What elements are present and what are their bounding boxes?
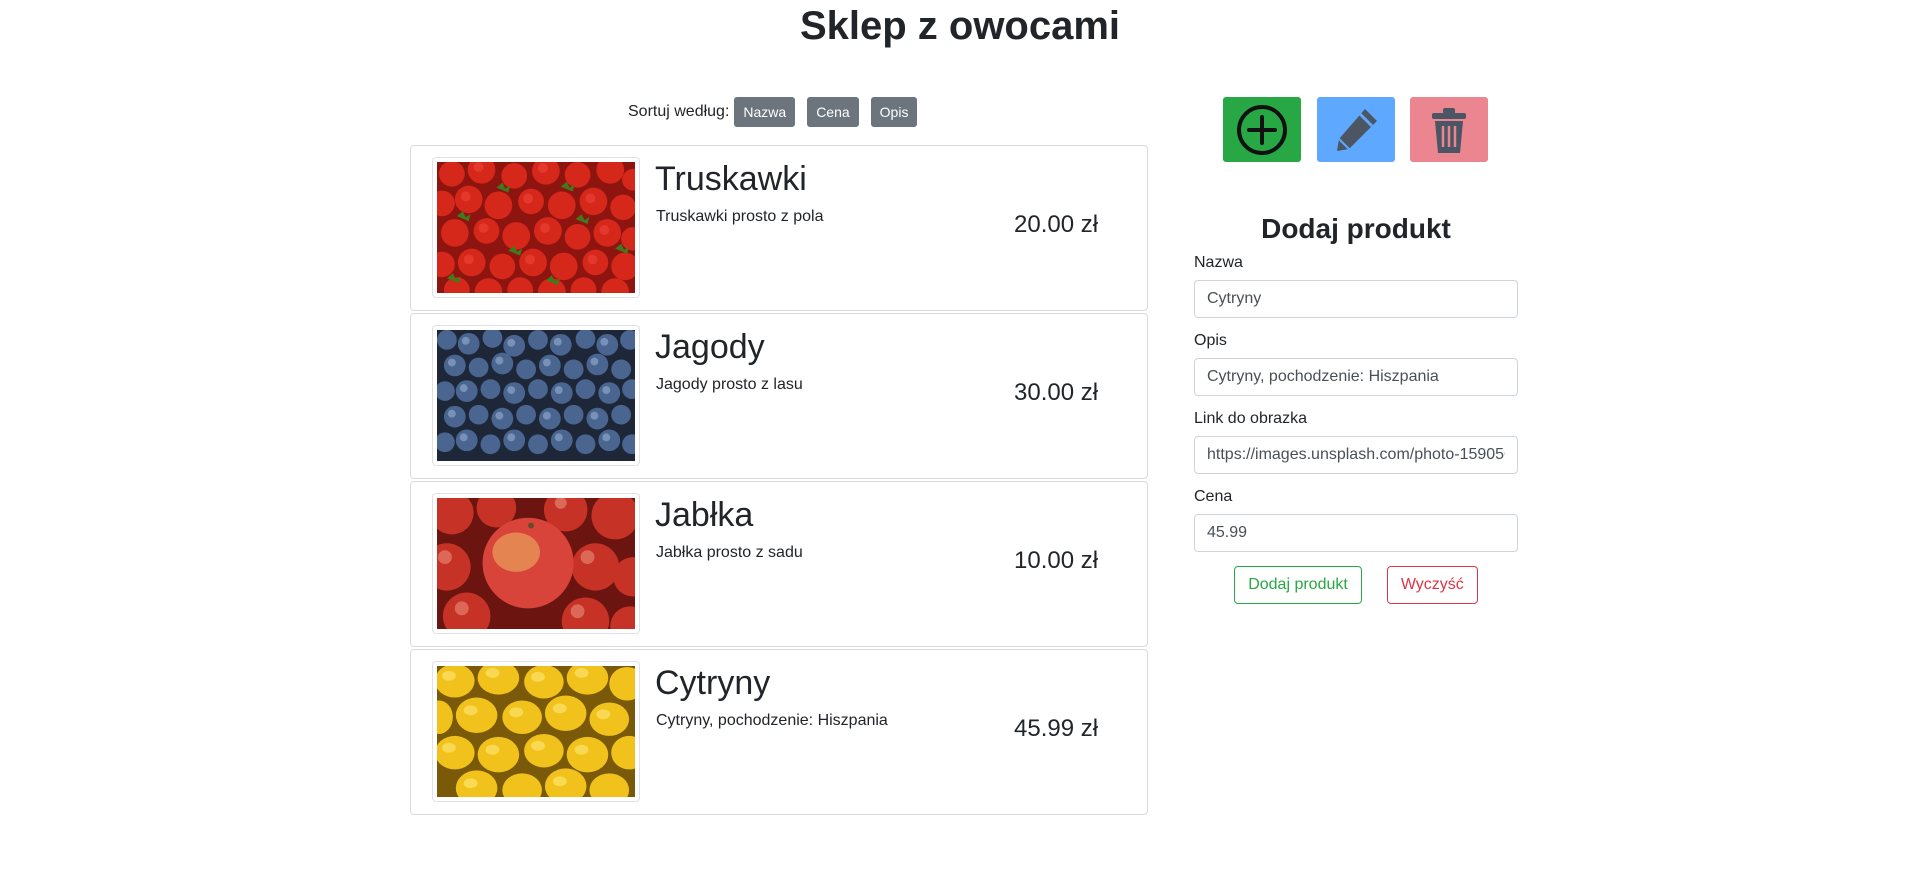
page-title: Sklep z owocami — [799, 4, 1121, 48]
price-field[interactable] — [1194, 514, 1518, 552]
product-name: Jagody — [655, 328, 765, 366]
product-name: Truskawki — [655, 160, 807, 198]
name-field-group: Nazwa — [1194, 254, 1518, 318]
form-title: Dodaj produkt — [1261, 213, 1451, 244]
description-field-label: Opis — [1194, 332, 1227, 349]
image-link-field[interactable] — [1194, 436, 1518, 474]
pencil-icon — [1337, 108, 1377, 151]
product-card[interactable]: Jabłka Jabłka prosto z sadu 10.00 zł — [410, 481, 1148, 647]
lemons-photo — [437, 666, 635, 797]
product-image — [432, 325, 640, 466]
add-product-form: Dodaj produkt Nazwa Opis Link do obrazka… — [1194, 210, 1518, 604]
apples-photo — [437, 498, 635, 629]
product-price: 45.99 zł — [1014, 715, 1099, 742]
sort-label: Sortuj według: — [628, 103, 730, 120]
clear-form-button[interactable]: Wyczyść — [1386, 566, 1478, 604]
delete-product-button[interactable] — [1410, 97, 1488, 162]
product-image — [432, 493, 640, 634]
description-field[interactable] — [1194, 358, 1518, 396]
submit-product-button[interactable]: Dodaj produkt — [1234, 566, 1362, 604]
product-name: Jabłka — [655, 496, 754, 534]
strawberries-photo — [437, 162, 635, 293]
sort-by-description-button[interactable]: Opis — [870, 97, 918, 127]
form-actions: Dodaj produkt Wyczyść — [1194, 566, 1518, 604]
sort-bar: Sortuj według: Nazwa Cena Opis — [628, 97, 929, 127]
product-description: Cytryny, pochodzenie: Hiszpania — [656, 712, 888, 729]
product-name: Cytryny — [655, 664, 771, 702]
sort-by-price-button[interactable]: Cena — [807, 97, 859, 127]
product-list: Truskawki Truskawki prosto z pola 20.00 … — [410, 145, 1148, 817]
product-image — [432, 157, 640, 298]
price-field-group: Cena — [1194, 488, 1518, 552]
description-field-group: Opis — [1194, 332, 1518, 396]
product-card[interactable]: Cytryny Cytryny, pochodzenie: Hiszpania … — [410, 649, 1148, 815]
add-product-button[interactable] — [1223, 97, 1301, 162]
name-field[interactable] — [1194, 280, 1518, 318]
product-price: 10.00 zł — [1014, 547, 1099, 574]
image-link-field-group: Link do obrazka — [1194, 410, 1518, 474]
name-field-label: Nazwa — [1194, 254, 1243, 271]
plus-circle-icon — [1237, 104, 1287, 155]
product-description: Jagody prosto z lasu — [656, 376, 803, 393]
product-card[interactable]: Jagody Jagody prosto z lasu 30.00 zł — [410, 313, 1148, 479]
product-card[interactable]: Truskawki Truskawki prosto z pola 20.00 … — [410, 145, 1148, 311]
sort-by-name-button[interactable]: Nazwa — [734, 97, 796, 127]
trash-icon — [1432, 107, 1466, 153]
product-description: Jabłka prosto z sadu — [656, 544, 803, 561]
product-price: 30.00 zł — [1014, 379, 1099, 406]
price-field-label: Cena — [1194, 488, 1233, 505]
blueberries-photo — [437, 330, 635, 461]
product-description: Truskawki prosto z pola — [656, 208, 824, 225]
edit-product-button[interactable] — [1317, 97, 1395, 162]
product-image — [432, 661, 640, 802]
image-link-field-label: Link do obrazka — [1194, 410, 1307, 427]
product-price: 20.00 zł — [1014, 211, 1099, 238]
